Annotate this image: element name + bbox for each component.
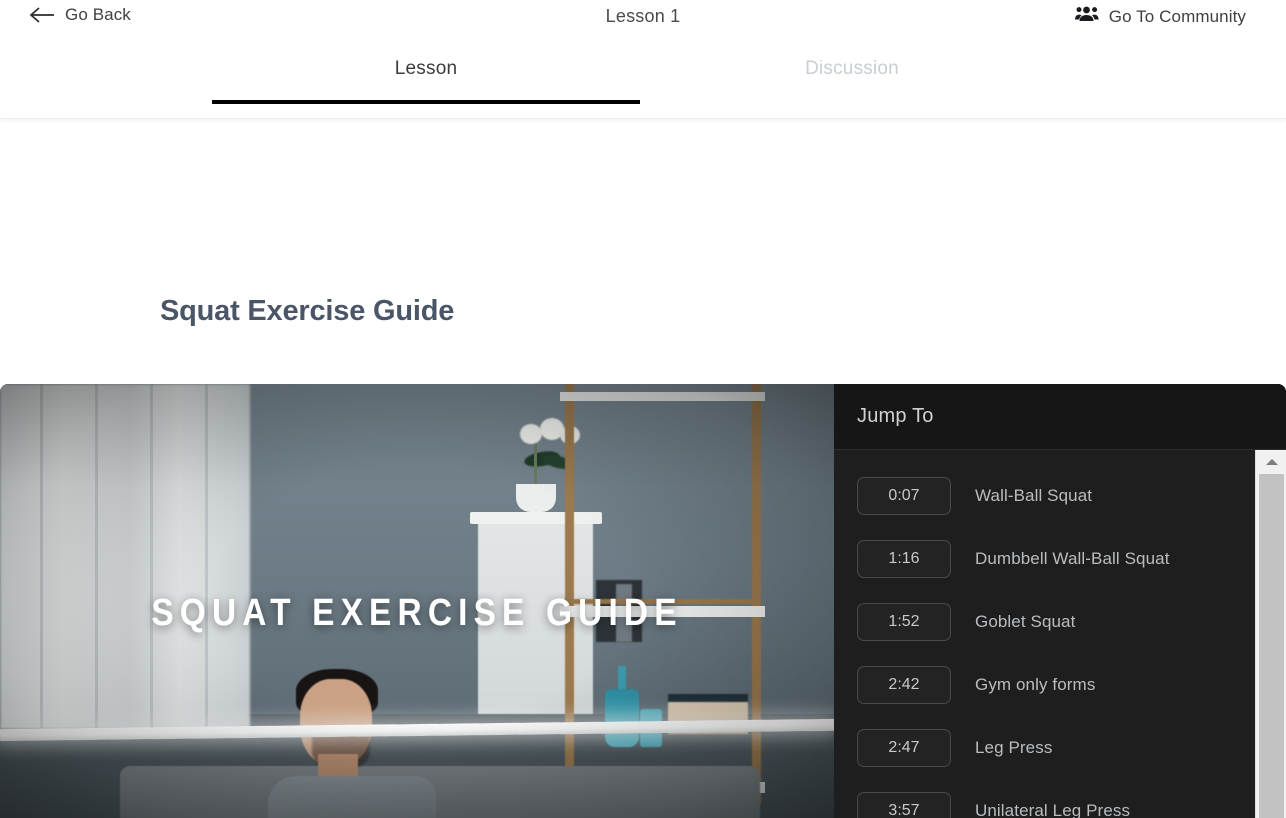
jump-to-panel: Jump To 0:07 Wall-Ball Squat 1:16 Dumbbe… [834,384,1286,818]
chapter-timestamp[interactable]: 3:57 [857,791,951,818]
jump-to-title: Jump To [857,405,934,427]
go-to-community-label: Go To Community [1108,6,1246,26]
chapter-timestamp[interactable]: 2:47 [857,728,951,767]
squat-section-title: Squat Exercise Guide [160,295,455,327]
chapter-label: Unilateral Leg Press [975,800,1131,818]
jump-to-list-wrapper: 0:07 Wall-Ball Squat 1:16 Dumbbell Wall-… [834,450,1286,818]
list-item[interactable]: 2:47 Leg Press [857,716,1255,779]
video-overlay-title: SQUAT EXERCISE GUIDE [151,592,683,634]
chapter-timestamp[interactable]: 1:52 [857,602,951,641]
go-to-community-button[interactable]: Go To Community [1074,5,1246,28]
tab-discussion[interactable]: Discussion [640,58,1064,80]
jump-to-scrollbar[interactable] [1255,450,1286,818]
tab-lesson[interactable]: Lesson [212,58,640,80]
jump-to-list: 0:07 Wall-Ball Squat 1:16 Dumbbell Wall-… [834,450,1255,818]
chapter-label: Wall-Ball Squat [975,485,1093,505]
list-item[interactable]: 1:16 Dumbbell Wall-Ball Squat [857,527,1255,590]
tab-bar: Lesson Discussion [0,40,1286,119]
scroll-up-arrow-icon[interactable] [1256,450,1286,472]
chapter-label: Goblet Squat [975,611,1076,631]
jump-to-header: Jump To [834,384,1286,450]
chapter-label: Dumbbell Wall-Ball Squat [975,548,1170,568]
list-item[interactable]: 0:07 Wall-Ball Squat [857,464,1255,527]
video-and-chapters-row: SQUAT EXERCISE GUIDE Jump To 0:07 Wall-B… [0,384,1286,818]
active-tab-underline [212,100,640,104]
chapter-label: Leg Press [975,737,1053,757]
chapter-timestamp[interactable]: 2:42 [857,665,951,704]
list-item[interactable]: 2:42 Gym only forms [857,653,1255,716]
chapter-label: Gym only forms [975,674,1096,694]
video-player[interactable]: SQUAT EXERCISE GUIDE [0,384,834,818]
chapter-timestamp[interactable]: 1:16 [857,539,951,578]
users-group-icon [1074,5,1099,28]
list-item[interactable]: 1:52 Goblet Squat [857,590,1255,653]
top-bar: Go Back Lesson 1 Go To Community [0,0,1286,40]
scrollbar-thumb[interactable] [1259,474,1284,818]
chapter-timestamp[interactable]: 0:07 [857,476,951,515]
list-item[interactable]: 3:57 Unilateral Leg Press [857,779,1255,818]
